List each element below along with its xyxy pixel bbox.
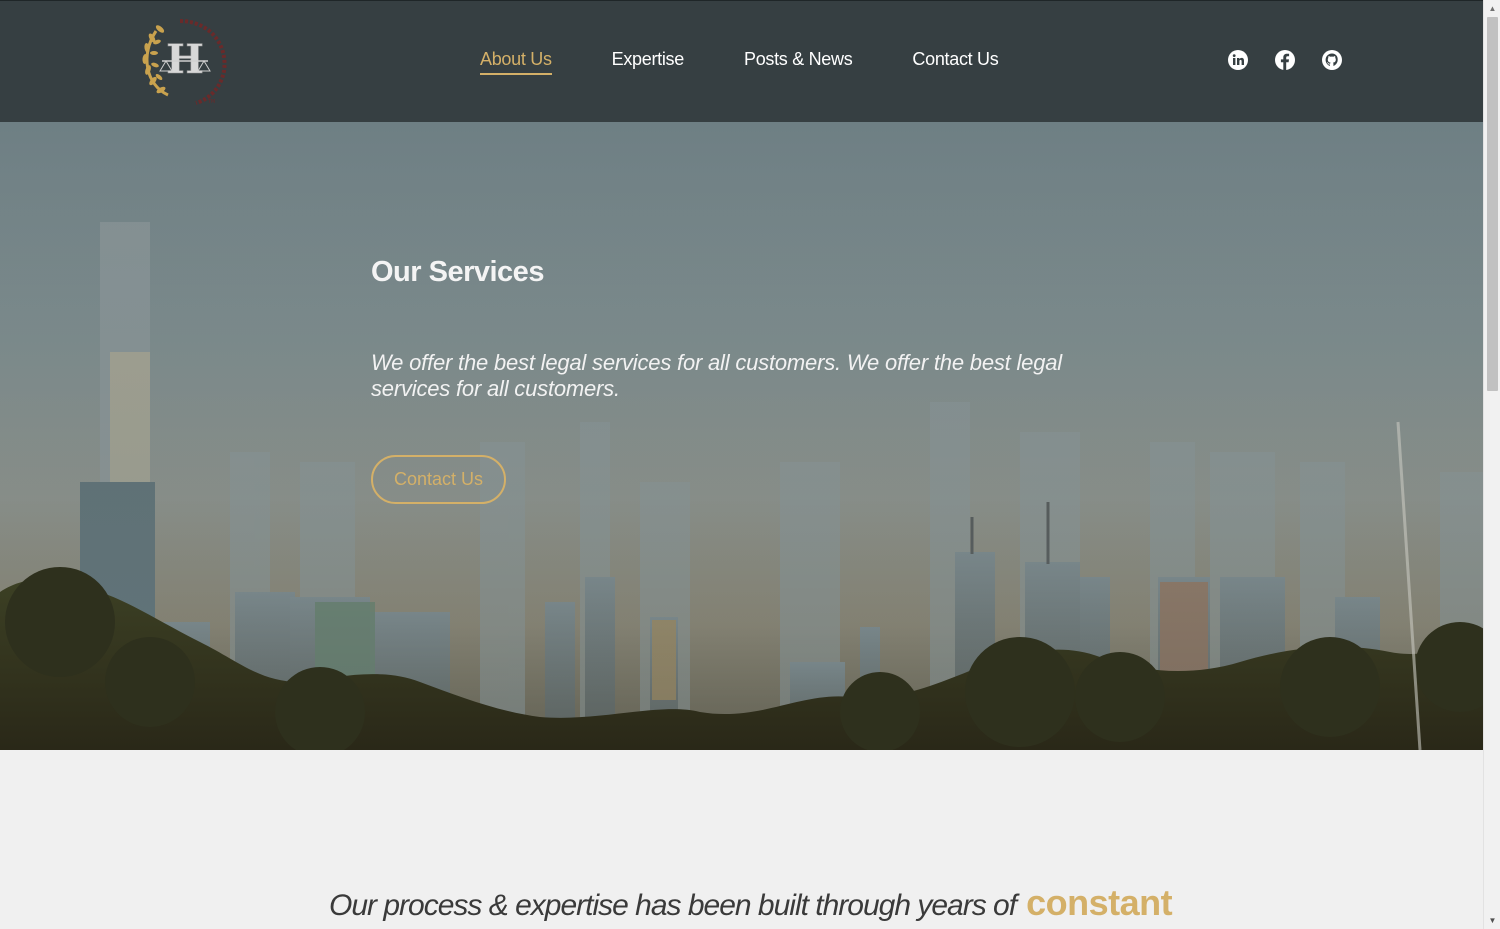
nav-posts-news[interactable]: Posts & News xyxy=(744,49,853,75)
nav-contact-us[interactable]: Contact Us xyxy=(912,49,998,75)
main-nav: About Us Expertise Posts & News Contact … xyxy=(480,49,1058,75)
hero-description: We offer the best legal services for all… xyxy=(371,350,1062,401)
site-header: H TM About Us Expertise Posts & News Con… xyxy=(0,0,1483,122)
svg-text:H: H xyxy=(166,36,204,83)
scroll-up-arrow-icon[interactable]: ▲ xyxy=(1484,0,1500,17)
tagline-accent-word: constant xyxy=(1026,882,1173,923)
scrollbar-thumb[interactable] xyxy=(1487,17,1498,391)
process-tagline: Our process & expertise has been built t… xyxy=(329,882,1173,924)
nav-expertise[interactable]: Expertise xyxy=(612,49,685,75)
tagline-text: Our process & expertise has been built t… xyxy=(329,889,1017,922)
contact-us-button[interactable]: Contact Us xyxy=(371,455,506,504)
github-icon[interactable] xyxy=(1321,49,1343,71)
page: H TM About Us Expertise Posts & News Con… xyxy=(0,0,1483,929)
social-links xyxy=(1227,49,1368,71)
logo[interactable]: H TM xyxy=(138,15,232,107)
svg-text:TM: TM xyxy=(207,99,215,105)
hero-section: Our Services We offer the best legal ser… xyxy=(0,122,1483,750)
nav-about-us[interactable]: About Us xyxy=(480,49,552,75)
vertical-scrollbar[interactable]: ▲ ▼ xyxy=(1483,0,1500,929)
city-skyline-image xyxy=(0,122,1483,750)
linkedin-icon[interactable] xyxy=(1227,49,1249,71)
facebook-icon[interactable] xyxy=(1274,49,1296,71)
hero-title: Our Services xyxy=(371,256,544,288)
scroll-down-arrow-icon[interactable]: ▼ xyxy=(1484,912,1500,929)
